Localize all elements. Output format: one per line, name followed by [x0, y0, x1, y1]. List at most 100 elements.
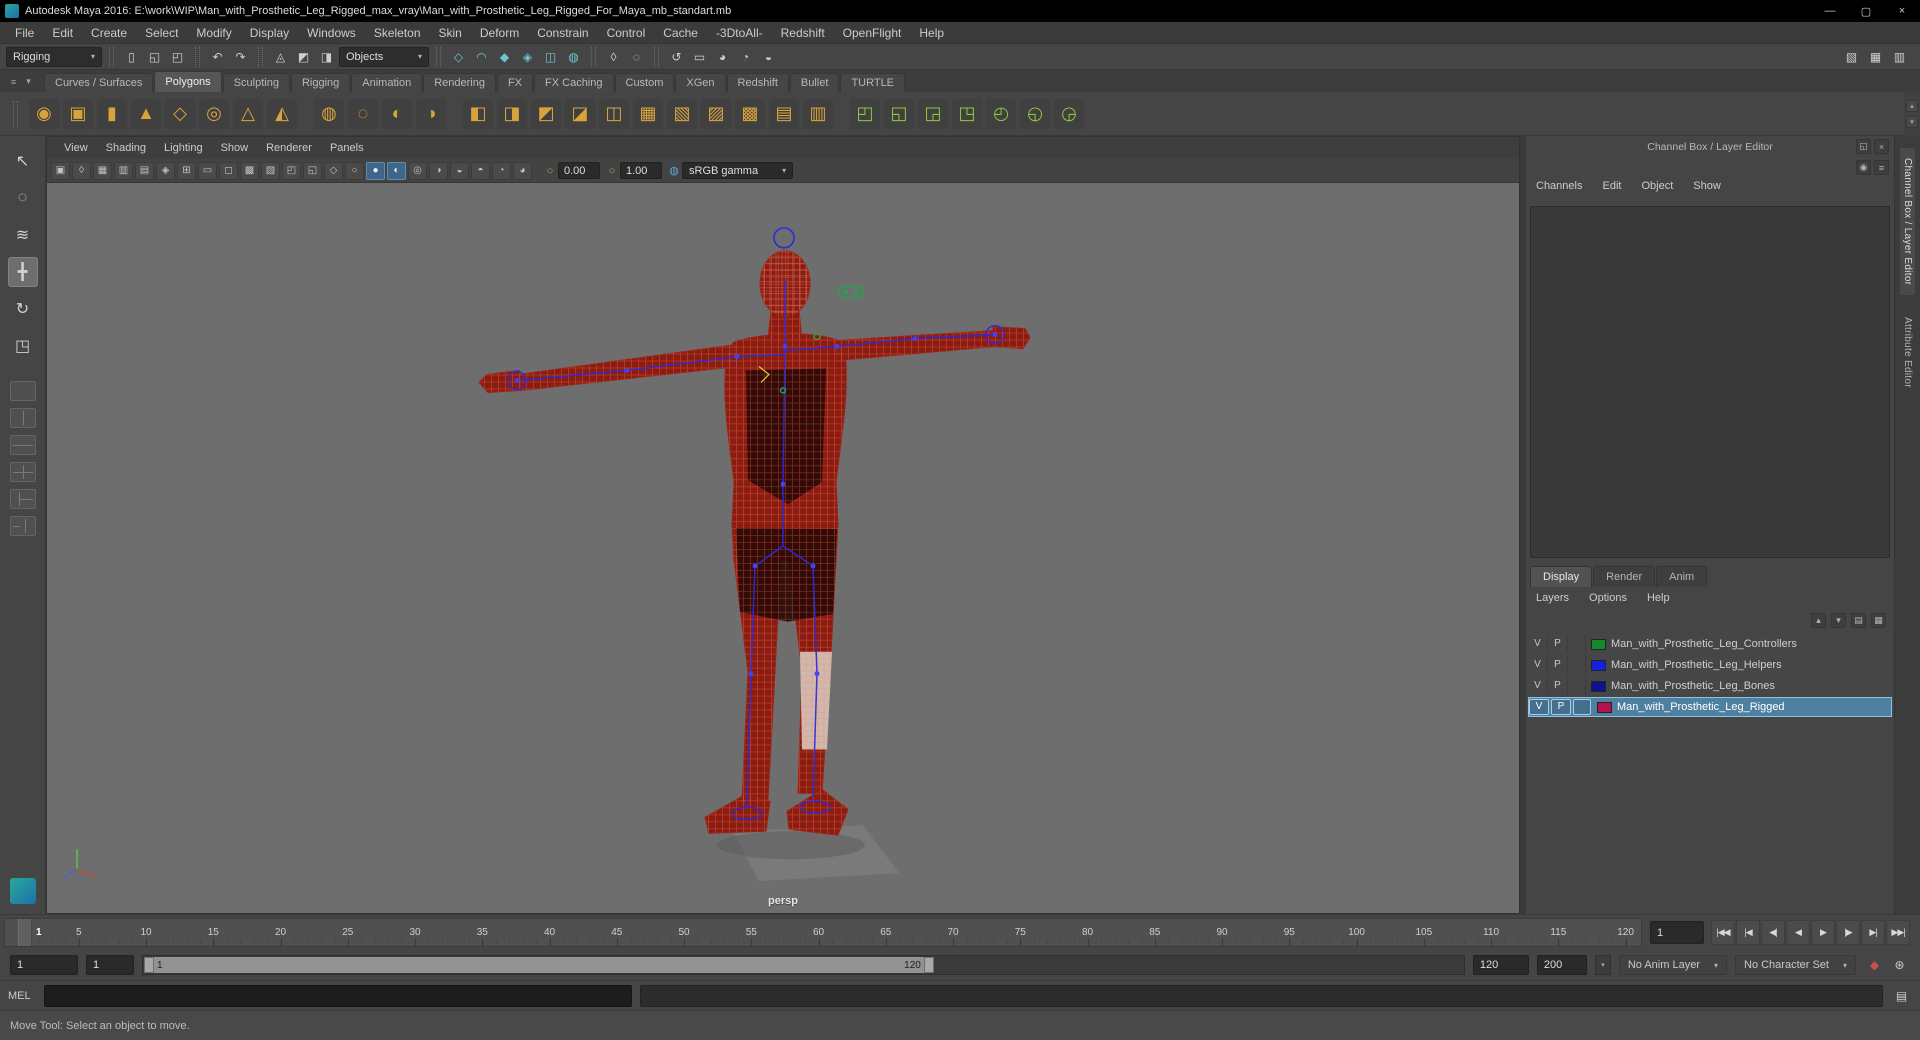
shelf-scroll-up-icon[interactable]: ▴ [1906, 100, 1918, 112]
create-empty-layer-icon[interactable]: ▤ [1851, 613, 1866, 628]
side-tab-channel-box-layer-editor[interactable]: Channel Box / Layer Editor [1900, 148, 1915, 296]
layout-single-pane-button[interactable] [9, 381, 36, 401]
minimize-button[interactable]: — [1812, 0, 1848, 22]
menu-windows[interactable]: Windows [298, 26, 365, 40]
film-gate-icon[interactable]: ▭ [198, 161, 217, 180]
poly-torus-icon[interactable]: ◎ [199, 98, 229, 129]
snap-to-view-plane-icon[interactable]: ◫ [540, 46, 561, 67]
viewport-menu-show[interactable]: Show [212, 142, 258, 154]
layout-two-pane-stacked-button[interactable] [9, 435, 36, 455]
viewport-3d-scene[interactable] [47, 183, 1519, 913]
mirror-icon[interactable]: ▥ [803, 98, 833, 129]
2d-pan-zoom-icon[interactable]: ◈ [156, 161, 175, 180]
poly-boolean-icon[interactable]: ◪ [565, 98, 595, 129]
menu-constrain[interactable]: Constrain [528, 26, 597, 40]
shelf-tab-rigging[interactable]: Rigging [290, 73, 351, 92]
shelf-tab-rendering[interactable]: Rendering [423, 73, 496, 92]
step-back-frame-button[interactable]: |◀ [1736, 920, 1760, 945]
grid-icon[interactable]: ⊞ [177, 161, 196, 180]
field-chart-icon[interactable]: ▧ [261, 161, 280, 180]
shelf-tab-animation[interactable]: Animation [351, 73, 423, 92]
gamma-field[interactable]: 1.00 [620, 162, 662, 179]
mel-input[interactable] [44, 984, 632, 1007]
layer-type-cell[interactable] [1573, 699, 1591, 715]
separator-grip[interactable] [436, 46, 441, 67]
layer-row[interactable]: V P Man_with_Prosthetic_Leg_Controllers [1528, 634, 1892, 654]
layer-menu-help[interactable]: Help [1647, 592, 1670, 604]
exposure-toggle-icon[interactable]: ○ [542, 162, 558, 180]
shelf-tab-arrow-icon[interactable]: ▾ [21, 74, 36, 89]
shelf-tab-redshift[interactable]: Redshift [726, 73, 789, 92]
character-set-selector[interactable]: No Character Set ▾ [1735, 955, 1856, 975]
selection-mask-selector[interactable]: Objects ▾ [339, 46, 429, 67]
animation-end-field[interactable]: 200 [1536, 955, 1587, 975]
shelf-menu-icon[interactable]: ≡ [6, 74, 21, 89]
animation-start-field[interactable]: 1 [10, 955, 78, 975]
layer-color-swatch[interactable] [1591, 638, 1606, 650]
layer-color-swatch[interactable] [1597, 701, 1612, 713]
step-back-key-button[interactable]: ◀| [1761, 920, 1785, 945]
colorspace-selector[interactable]: sRGB gamma ▾ [682, 162, 794, 179]
layout-two-pane-side-by-side-button[interactable] [9, 408, 36, 428]
rotate-tool-button[interactable]: ↻ [8, 294, 38, 324]
go-to-range-end-button[interactable]: ▶▶| [1886, 920, 1910, 945]
lock-selection-icon[interactable]: ◊ [603, 46, 624, 67]
playback-start-field[interactable]: 1 [86, 955, 134, 975]
tweak-icon[interactable]: ◲ [918, 98, 948, 129]
poly-extrude-icon[interactable]: ▧ [667, 98, 697, 129]
poly-helix-icon[interactable]: ◌ [348, 98, 378, 129]
construction-history-icon[interactable]: ↺ [666, 46, 687, 67]
redo-icon[interactable]: ↷ [230, 46, 251, 67]
character-model[interactable] [478, 250, 1031, 836]
layer-visibility-toggle[interactable]: V [1528, 635, 1548, 653]
save-scene-icon[interactable]: ◰ [167, 46, 188, 67]
create-layer-from-selected-icon[interactable]: ▦ [1871, 613, 1886, 628]
layer-menu-options[interactable]: Options [1589, 592, 1627, 604]
poly-pyramid-icon[interactable]: ◭ [267, 98, 297, 129]
toolbox-extra-icon[interactable] [9, 878, 36, 904]
playback-end-field[interactable]: 120 [1472, 955, 1529, 975]
shelf-tab-polygons[interactable]: Polygons [154, 71, 222, 92]
viewport-menu-panels[interactable]: Panels [321, 142, 373, 154]
show-channel-box-icon[interactable]: ▥ [1889, 46, 1910, 67]
ssao-icon[interactable]: ◒ [450, 161, 469, 180]
xray-icon[interactable]: ◔ [492, 161, 511, 180]
open-scene-icon[interactable]: ◱ [144, 46, 165, 67]
auto-keyframe-icon[interactable]: ◆ [1864, 955, 1885, 976]
separator-grip[interactable] [195, 46, 200, 67]
channel-box-menu-show[interactable]: Show [1693, 180, 1721, 192]
title-bar[interactable]: Autodesk Maya 2016: E:\work\WIP\Man_with… [0, 0, 1920, 22]
exposure-field[interactable]: 0.00 [558, 162, 600, 179]
menu-redshift[interactable]: Redshift [772, 26, 834, 40]
poly-plane-icon[interactable]: ◇ [165, 98, 195, 129]
go-to-range-start-button[interactable]: |◀◀ [1711, 920, 1735, 945]
lock-camera-icon[interactable]: ◊ [72, 161, 91, 180]
layer-color-swatch[interactable] [1591, 680, 1606, 692]
shelf-tab-bullet[interactable]: Bullet [789, 73, 840, 92]
layout-four-pane-button[interactable] [9, 462, 36, 482]
smooth-icon[interactable]: ◰ [850, 98, 880, 129]
safe-action-icon[interactable]: ◰ [282, 161, 301, 180]
script-editor-icon[interactable]: ▤ [1891, 985, 1912, 1006]
poly-bevel-icon[interactable]: ◫ [599, 98, 629, 129]
shelf-tab-fx-caching[interactable]: FX Caching [534, 73, 614, 92]
layer-row[interactable]: V P Man_with_Prosthetic_Leg_Rigged [1528, 697, 1892, 717]
separator-grip[interactable] [591, 46, 596, 67]
layer-playback-toggle[interactable]: P [1548, 656, 1568, 674]
menu-skin[interactable]: Skin [430, 26, 471, 40]
poly-pipe-icon[interactable]: ◍ [314, 98, 344, 129]
layer-playback-toggle[interactable]: P [1551, 699, 1571, 715]
side-tab-attribute-editor[interactable]: Attribute Editor [1900, 307, 1915, 398]
menu-create[interactable]: Create [82, 26, 136, 40]
viewport-menu-renderer[interactable]: Renderer [257, 142, 321, 154]
image-plane-icon[interactable]: ▤ [135, 161, 154, 180]
animation-preferences-icon[interactable]: ⊛ [1889, 955, 1910, 976]
viewport-canvas[interactable]: persp [47, 183, 1519, 913]
undo-icon[interactable]: ↶ [207, 46, 228, 67]
render-current-frame-icon[interactable]: ◕ [712, 46, 733, 67]
layer-menu-layers[interactable]: Layers [1536, 592, 1569, 604]
separator-grip[interactable] [654, 46, 659, 67]
range-slider-range[interactable]: 1 120 [144, 957, 934, 973]
select-camera-icon[interactable]: ▣ [51, 161, 70, 180]
move-tool-button[interactable]: ╋ [7, 257, 38, 287]
